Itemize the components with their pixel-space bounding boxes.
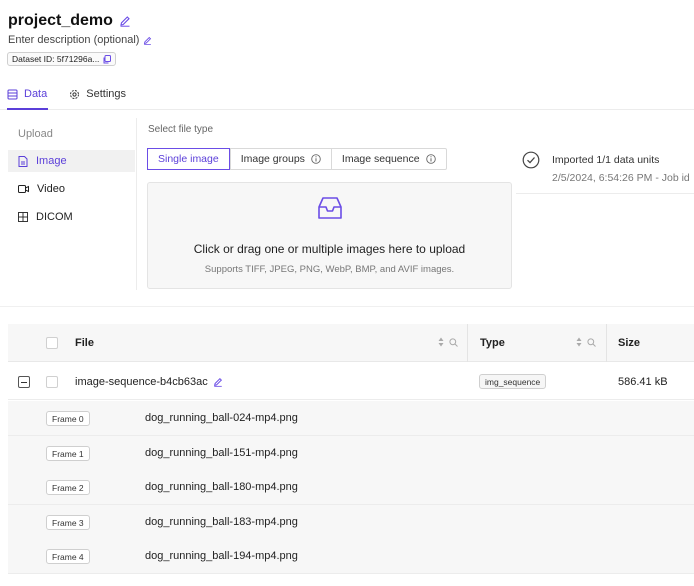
- option-label: Image groups: [240, 153, 305, 165]
- sidebar-item-label: Image: [36, 155, 67, 167]
- file-type-image-groups[interactable]: Image groups: [229, 149, 331, 169]
- frame-file-name: dog_running_ball-151-mp4.png: [145, 447, 298, 459]
- grid-icon: [18, 212, 28, 222]
- frame-file-name: dog_running_ball-183-mp4.png: [145, 516, 298, 528]
- edit-title-icon[interactable]: [119, 15, 131, 27]
- row-checkbox[interactable]: [46, 376, 58, 388]
- frame-file-name: dog_running_ball-024-mp4.png: [145, 412, 298, 424]
- image-file-icon: [18, 155, 28, 167]
- type-column-controls: [576, 337, 596, 347]
- description-row[interactable]: Enter description (optional): [8, 34, 152, 46]
- gear-icon: [69, 89, 80, 100]
- upload-heading: Upload: [18, 128, 53, 140]
- info-icon[interactable]: [425, 154, 436, 164]
- tab-settings-label: Settings: [86, 88, 126, 100]
- tabs-divider: [0, 109, 694, 110]
- dataset-id-text: Dataset ID: 5f71296a...: [12, 54, 100, 64]
- project-title: project_demo: [8, 12, 113, 29]
- file-type-label: Select file type: [148, 124, 214, 135]
- frame-tag: Frame 2: [46, 480, 90, 495]
- sidebar-item-label: Video: [37, 183, 65, 195]
- select-all-checkbox[interactable]: [46, 337, 58, 349]
- size-value: 586.41 kB: [618, 376, 668, 388]
- copy-icon[interactable]: [103, 54, 112, 64]
- database-icon: [7, 89, 18, 100]
- column-header-type[interactable]: Type: [480, 337, 505, 349]
- edit-name-icon[interactable]: [213, 377, 223, 387]
- inbox-icon: [316, 195, 344, 221]
- project-title-row: project_demo: [8, 12, 131, 30]
- collapse-icon[interactable]: [18, 376, 30, 388]
- dataset-id-badge: Dataset ID: 5f71296a...: [7, 52, 117, 66]
- frame-row[interactable]: [8, 470, 694, 505]
- search-icon[interactable]: [449, 337, 458, 347]
- import-status-title: Imported 1/1 data units: [552, 154, 660, 166]
- file-type-selector: Single image Image groups Image sequence: [147, 148, 447, 170]
- group-file-cell: image-sequence-b4cb63ac: [75, 376, 223, 388]
- column-divider: [467, 324, 468, 362]
- file-type-image-sequence[interactable]: Image sequence: [330, 149, 446, 169]
- video-icon: [18, 184, 29, 194]
- column-divider: [606, 324, 607, 362]
- file-type-single-image[interactable]: Single image: [147, 148, 230, 170]
- sort-icon[interactable]: [576, 337, 582, 347]
- frame-row[interactable]: [8, 505, 694, 540]
- check-circle-icon: [522, 151, 540, 169]
- frame-tag: Frame 1: [46, 446, 90, 461]
- column-header-size[interactable]: Size: [618, 337, 640, 349]
- option-label: Single image: [158, 153, 219, 165]
- sidebar-item-video[interactable]: Video: [8, 178, 135, 200]
- sidebar-item-dicom[interactable]: DICOM: [8, 206, 135, 228]
- description-placeholder[interactable]: Enter description (optional): [8, 34, 139, 46]
- frame-tag: Frame 3: [46, 515, 90, 530]
- dropzone-text: Click or drag one or multiple images her…: [193, 242, 466, 256]
- sidebar-divider: [136, 118, 137, 290]
- file-column-controls: [438, 337, 458, 347]
- type-badge: img_sequence: [479, 374, 547, 389]
- import-status-subtitle: 2/5/2024, 6:54:26 PM - Job id: [552, 172, 690, 184]
- tab-bar: Data Settings: [7, 86, 126, 102]
- sort-icon[interactable]: [438, 337, 444, 347]
- group-file-name: image-sequence-b4cb63ac: [75, 376, 208, 388]
- status-divider: [516, 193, 694, 194]
- tab-data-label: Data: [24, 88, 48, 100]
- frame-file-name: dog_running_ball-180-mp4.png: [145, 481, 298, 493]
- frame-row[interactable]: [8, 539, 694, 574]
- frame-row[interactable]: [8, 401, 694, 436]
- info-icon[interactable]: [311, 154, 321, 164]
- frame-file-name: dog_running_ball-194-mp4.png: [145, 550, 298, 562]
- dropzone-subtext: Supports TIFF, JPEG, PNG, WebP, BMP, and…: [204, 264, 455, 275]
- tab-settings[interactable]: Settings: [69, 86, 126, 102]
- sidebar-item-image[interactable]: Image: [8, 150, 135, 172]
- active-tab-indicator: [7, 108, 48, 110]
- search-icon[interactable]: [587, 337, 596, 347]
- tab-data[interactable]: Data: [7, 86, 47, 102]
- frame-tag: Frame 4: [46, 549, 90, 564]
- column-header-file[interactable]: File: [75, 337, 94, 349]
- frame-tag: Frame 0: [46, 411, 90, 426]
- frame-row[interactable]: [8, 436, 694, 471]
- sidebar-item-label: DICOM: [36, 211, 73, 223]
- section-divider: [0, 306, 694, 307]
- edit-description-icon[interactable]: [143, 36, 152, 45]
- option-label: Image sequence: [341, 153, 420, 165]
